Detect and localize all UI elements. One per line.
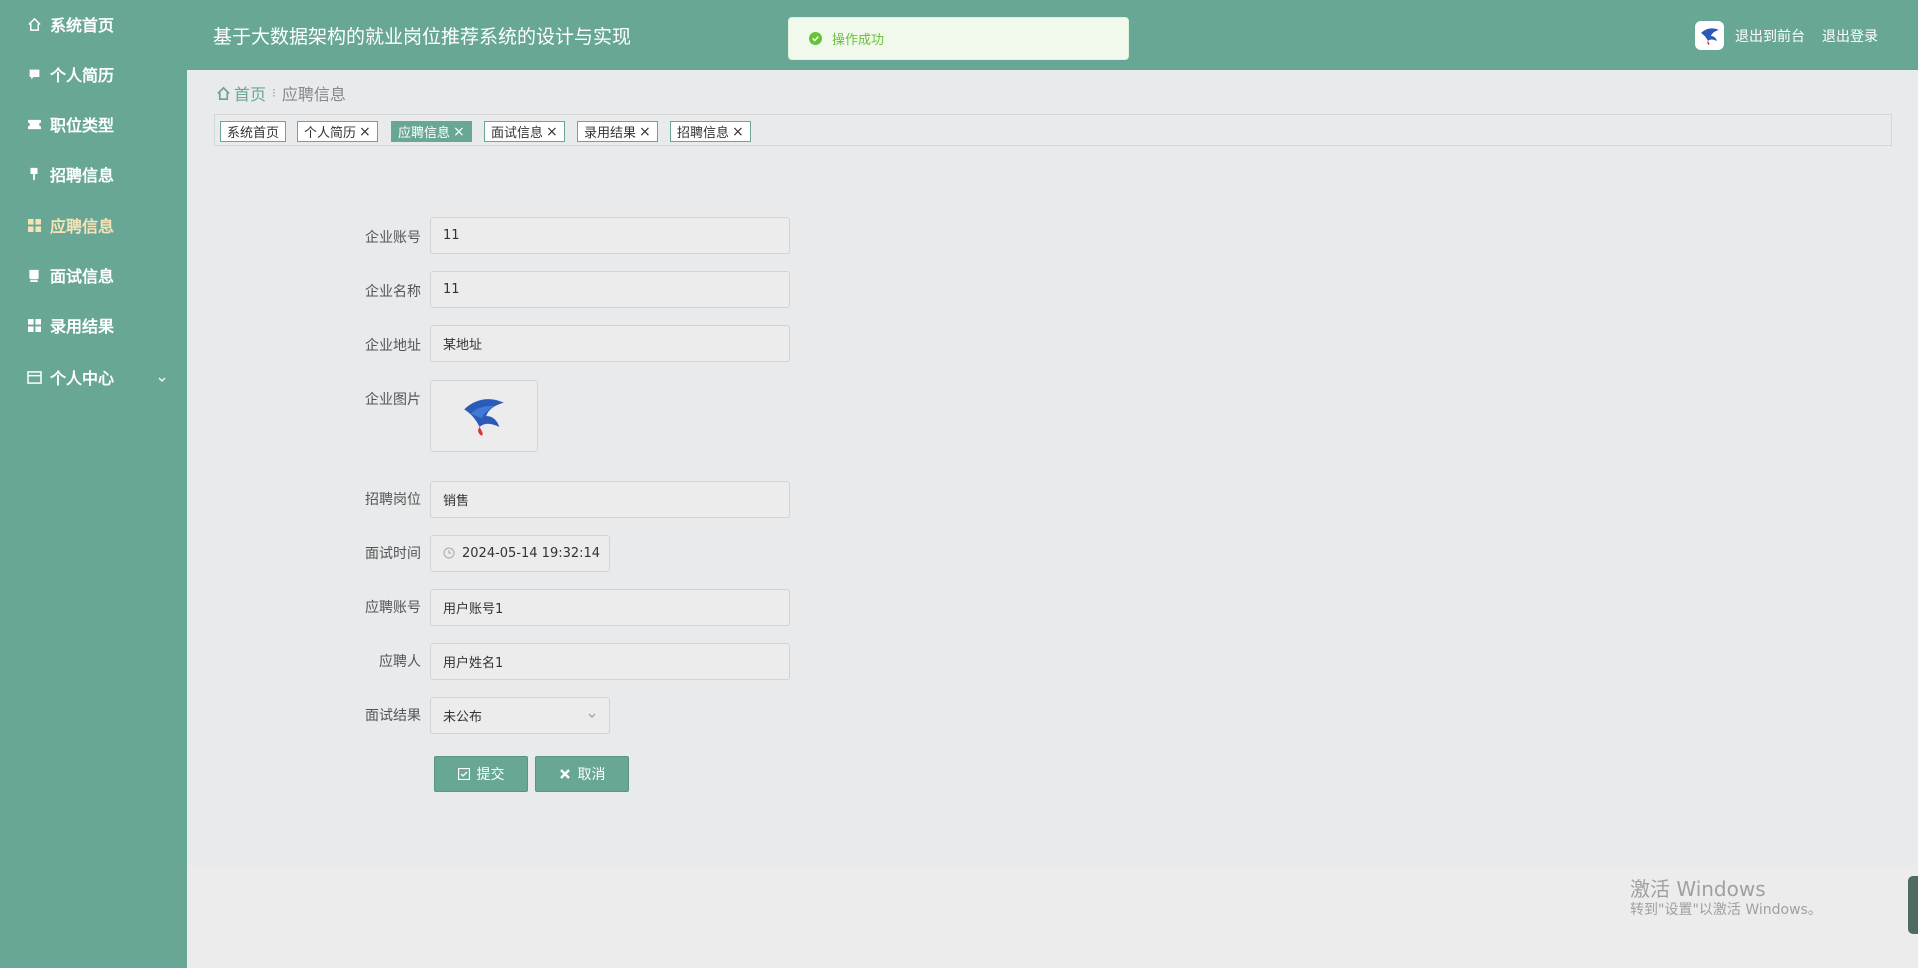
- interview-time-value: 2024-05-14 19:32:14: [462, 546, 601, 561]
- side-panel-handle[interactable]: [1908, 876, 1918, 934]
- company-account-value: 11: [443, 228, 460, 243]
- interview-result-value: 未公布: [443, 710, 483, 725]
- home-icon: [26, 16, 42, 32]
- tag-hiring-results[interactable]: 录用结果 ×: [577, 121, 658, 142]
- sidebar-item-applications[interactable]: 应聘信息: [0, 205, 187, 245]
- sidebar-item-label: 录用结果: [50, 317, 115, 336]
- pin-icon: [26, 166, 42, 182]
- eagle-logo-icon: [464, 399, 504, 436]
- company-image-label: 企业图片: [365, 392, 421, 408]
- breadcrumb: 首页 ⁝ 应聘信息: [216, 82, 346, 104]
- applicant-account-value: 用户账号1: [443, 602, 504, 617]
- sidebar-item-hiring-results[interactable]: 录用结果: [0, 305, 187, 345]
- company-address-label: 企业地址: [365, 338, 421, 354]
- interview-time-picker[interactable]: 2024-05-14 19:32:14: [430, 535, 610, 572]
- sidebar-item-resume[interactable]: 个人简历: [0, 54, 187, 94]
- sidebar-item-job-types[interactable]: 职位类型: [0, 104, 187, 144]
- success-toast: 操作成功: [788, 17, 1129, 60]
- submit-label: 提交: [476, 767, 505, 783]
- card-icon: [26, 369, 42, 385]
- job-position-label: 招聘岗位: [365, 492, 421, 508]
- chat-icon: [26, 66, 42, 82]
- grid-icon: [26, 217, 42, 233]
- applicant-field[interactable]: 用户姓名1: [430, 643, 790, 680]
- applicant-label: 应聘人: [379, 654, 421, 670]
- submit-button[interactable]: 提交: [434, 756, 528, 792]
- sidebar-item-personal-center[interactable]: 个人中心: [0, 357, 187, 397]
- tag-label: 招聘信息: [677, 126, 730, 141]
- close-icon[interactable]: ×: [639, 125, 651, 139]
- sidebar-item-label: 职位类型: [50, 116, 115, 135]
- eagle-logo-icon: [1700, 27, 1719, 45]
- close-icon[interactable]: ×: [359, 125, 371, 139]
- sidebar: 系统首页 个人简历 职位类型 招聘信息 应聘信息 面试信息 录用结果 个人中心: [0, 0, 187, 968]
- check-circle-icon: [809, 32, 822, 45]
- tag-label: 录用结果: [584, 126, 637, 141]
- sidebar-item-interviews[interactable]: 面试信息: [0, 255, 187, 295]
- chevron-down-icon: [587, 711, 597, 721]
- sidebar-item-label: 招聘信息: [50, 166, 115, 185]
- windows-activation-title: 激活 Windows: [1630, 877, 1766, 901]
- interview-result-label: 面试结果: [365, 708, 421, 724]
- ticket-icon: [26, 116, 42, 132]
- sidebar-item-label: 个人简历: [50, 66, 115, 85]
- sidebar-item-recruitment[interactable]: 招聘信息: [0, 154, 187, 194]
- company-address-value: 某地址: [443, 338, 483, 353]
- applicant-account-label: 应聘账号: [365, 600, 421, 616]
- tag-recruitment[interactable]: 招聘信息 ×: [670, 121, 751, 142]
- check-square-icon: [457, 767, 471, 781]
- breadcrumb-home-label: 首页: [234, 85, 267, 104]
- avatar[interactable]: [1695, 21, 1724, 50]
- cancel-label: 取消: [577, 767, 606, 783]
- windows-activation-subtitle: 转到"设置"以激活 Windows。: [1630, 902, 1822, 918]
- interview-result-select[interactable]: 未公布: [430, 697, 610, 734]
- interview-time-label: 面试时间: [365, 546, 421, 562]
- tag-label: 面试信息: [491, 126, 544, 141]
- company-account-label: 企业账号: [365, 230, 421, 246]
- close-icon[interactable]: ×: [732, 125, 744, 139]
- company-account-field[interactable]: 11: [430, 217, 790, 254]
- company-address-field[interactable]: 某地址: [430, 325, 790, 362]
- cancel-button[interactable]: 取消: [535, 756, 629, 792]
- cup-icon: [26, 267, 42, 283]
- sidebar-item-home[interactable]: 系统首页: [0, 4, 187, 44]
- company-name-label: 企业名称: [365, 284, 421, 300]
- applicant-account-field[interactable]: 用户账号1: [430, 589, 790, 626]
- tag-label: 系统首页: [227, 126, 280, 141]
- job-position-field[interactable]: 销售: [430, 481, 790, 518]
- breadcrumb-separator-icon: ⁝: [272, 86, 276, 100]
- sidebar-item-label: 面试信息: [50, 267, 115, 286]
- company-name-value: 11: [443, 282, 460, 297]
- apps-icon: [26, 317, 42, 333]
- breadcrumb-home[interactable]: 首页: [216, 81, 266, 105]
- tag-interviews[interactable]: 面试信息 ×: [484, 121, 565, 142]
- sidebar-item-label: 系统首页: [50, 16, 115, 35]
- tags-view-bar: 系统首页 个人简历 × 应聘信息 × 面试信息 × 录用结果 × 招聘信息 ×: [214, 114, 1892, 146]
- tag-label: 应聘信息: [398, 126, 451, 141]
- close-icon[interactable]: ×: [453, 125, 465, 139]
- toast-message: 操作成功: [832, 33, 885, 48]
- tag-system-home[interactable]: 系统首页: [220, 121, 287, 142]
- sidebar-item-label: 个人中心: [50, 369, 115, 388]
- job-position-value: 销售: [443, 494, 470, 509]
- clock-icon: [443, 547, 456, 560]
- tag-resume[interactable]: 个人简历 ×: [297, 121, 378, 142]
- close-icon[interactable]: ×: [546, 125, 558, 139]
- logout-link[interactable]: 退出登录: [1822, 26, 1878, 46]
- company-name-field[interactable]: 11: [430, 271, 790, 308]
- chevron-down-icon: [157, 370, 167, 389]
- sidebar-item-label: 应聘信息: [50, 217, 115, 236]
- tag-applications[interactable]: 应聘信息 ×: [391, 121, 472, 142]
- company-image[interactable]: [430, 380, 538, 452]
- exit-to-frontend-link[interactable]: 退出到前台: [1735, 26, 1805, 46]
- app-title: 基于大数据架构的就业岗位推荐系统的设计与实现: [213, 26, 632, 48]
- home-icon: [216, 86, 231, 101]
- close-icon: [559, 768, 572, 781]
- applicant-value: 用户姓名1: [443, 656, 504, 671]
- tag-label: 个人简历: [304, 126, 357, 141]
- breadcrumb-current: 应聘信息: [281, 85, 346, 104]
